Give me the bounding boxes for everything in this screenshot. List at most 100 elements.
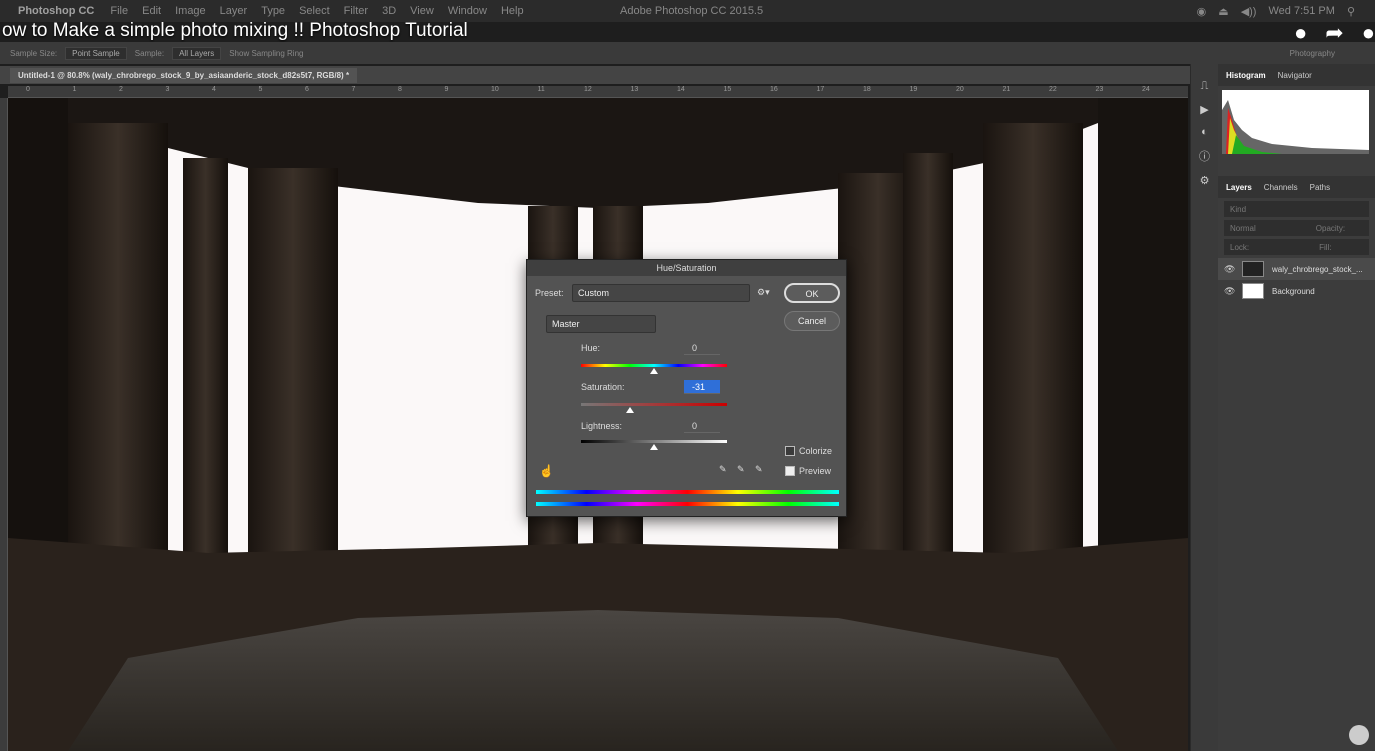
targeted-adjustment-hand-icon[interactable]: ☝: [539, 464, 554, 478]
visibility-eye-icon[interactable]: 👁: [1224, 286, 1235, 297]
adjustments-panel-icon[interactable]: ◐: [1201, 126, 1208, 138]
search-icon[interactable]: ⚲: [1347, 5, 1355, 18]
sample-size-select[interactable]: Point Sample: [65, 46, 127, 60]
volume-icon[interactable]: ◀)): [1241, 5, 1257, 18]
properties-panel-icon[interactable]: ⚙: [1200, 174, 1210, 187]
tab-navigator[interactable]: Navigator: [1278, 71, 1312, 80]
menu-filter[interactable]: Filter: [344, 5, 368, 17]
sampling-ring-checkbox[interactable]: Show Sampling Ring: [229, 49, 303, 58]
colorize-label: Colorize: [799, 446, 833, 456]
lock-label: Lock:: [1230, 242, 1250, 252]
saturation-value-field[interactable]: -31: [684, 380, 720, 394]
workspace-select[interactable]: Photography: [1290, 49, 1335, 58]
lightness-slider[interactable]: [581, 440, 727, 443]
colorize-checkbox[interactable]: [785, 446, 795, 456]
lightness-value-field[interactable]: 0: [684, 419, 720, 433]
menu-help[interactable]: Help: [501, 5, 524, 17]
ruler-tick: 3: [165, 86, 170, 93]
document-tab[interactable]: Untitled-1 @ 80.8% (waly_chrobrego_stock…: [10, 67, 358, 83]
preset-select[interactable]: Custom: [572, 284, 750, 302]
menu-select[interactable]: Select: [299, 5, 330, 17]
visibility-eye-icon[interactable]: 👁: [1224, 264, 1235, 275]
menu-view[interactable]: View: [410, 5, 434, 17]
saturation-slider[interactable]: [581, 403, 727, 406]
eyedropper-icon[interactable]: ✎: [719, 464, 727, 475]
layer-thumbnail: [1242, 283, 1264, 299]
hue-slider[interactable]: [581, 364, 727, 367]
video-title[interactable]: ow to Make a simple photo mixing !! Phot…: [2, 20, 468, 42]
ok-button[interactable]: OK: [784, 283, 840, 303]
ruler-tick: 16: [770, 86, 778, 93]
menu-layer[interactable]: Layer: [220, 5, 248, 17]
ruler-tick: 20: [956, 86, 964, 93]
menu-type[interactable]: Type: [261, 5, 285, 17]
ruler-tick: 24: [1142, 86, 1150, 93]
eyedropper-minus-icon[interactable]: ✎: [755, 464, 763, 475]
layer-name: waly_chrobrego_stock_...: [1272, 264, 1363, 274]
tab-histogram[interactable]: Histogram: [1226, 71, 1266, 80]
preset-value: Custom: [578, 288, 610, 298]
preview-label: Preview: [799, 466, 832, 476]
status-area: ◉ ⏏ ◀)) Wed 7:51 PM ⚲: [1197, 5, 1355, 18]
actions-panel-icon[interactable]: ▶: [1200, 103, 1208, 116]
lightness-label: Lightness:: [581, 421, 623, 431]
dialog-title[interactable]: Hue/Saturation: [527, 260, 846, 276]
tab-paths[interactable]: Paths: [1310, 183, 1330, 192]
cancel-button[interactable]: Cancel: [784, 311, 840, 331]
ruler-tick: 13: [630, 86, 639, 93]
channel-logo-icon: [1349, 725, 1369, 745]
vertical-ruler[interactable]: [0, 98, 8, 751]
options-bar: Sample Size: Point Sample Sample: All La…: [0, 42, 1375, 64]
horizontal-ruler[interactable]: 0 1 2 3 4 5 6 7 8 9 10 11 12 13 14 15 16 17 18 19 20 21 22 23 24: [8, 86, 1188, 98]
blend-mode-select[interactable]: Normal Opacity:: [1224, 220, 1369, 236]
ruler-tick: 5: [258, 86, 263, 93]
document-tabs: Untitled-1 @ 80.8% (waly_chrobrego_stock…: [0, 66, 1190, 84]
ruler-tick: 4: [212, 86, 216, 93]
lock-row: Lock: Fill:: [1224, 239, 1369, 255]
window-title: Adobe Photoshop CC 2015.5: [620, 5, 764, 17]
preview-checkbox[interactable]: [785, 466, 795, 476]
mac-menubar: Photoshop CC File Edit Image Layer Type …: [0, 0, 1375, 22]
fill-label: Fill:: [1319, 242, 1332, 252]
menu-image[interactable]: Image: [175, 5, 206, 17]
layer-filter-input[interactable]: Kind: [1224, 201, 1369, 217]
menu-window[interactable]: Window: [448, 5, 487, 17]
ruler-tick: 6: [305, 86, 309, 93]
channel-value: Master: [552, 319, 580, 329]
channel-select[interactable]: Master: [546, 315, 656, 333]
ruler-tick: 23: [1095, 86, 1104, 93]
histogram-tabs: Histogram Navigator: [1218, 64, 1375, 86]
saturation-slider-thumb[interactable]: [626, 407, 634, 413]
hue-value-field[interactable]: 0: [684, 341, 720, 355]
color-bar-top: [536, 490, 839, 494]
menu-edit[interactable]: Edit: [142, 5, 161, 17]
layer-row[interactable]: 👁 waly_chrobrego_stock_...: [1218, 258, 1375, 280]
preset-options-gear-icon[interactable]: ⚙▾: [757, 287, 770, 298]
lightness-slider-thumb[interactable]: [650, 444, 658, 450]
menu-file[interactable]: File: [110, 5, 128, 17]
ruler-tick: 15: [723, 86, 732, 93]
layer-row[interactable]: 👁 Background: [1218, 280, 1375, 302]
tab-layers[interactable]: Layers: [1226, 183, 1252, 192]
record-icon[interactable]: ◉: [1197, 5, 1207, 18]
app-menu[interactable]: Photoshop CC: [18, 5, 94, 17]
histogram-panel: [1218, 86, 1375, 176]
ruler-tick: 14: [677, 86, 685, 93]
sample-size-label: Sample Size:: [10, 48, 58, 58]
sample-select[interactable]: All Layers: [172, 46, 222, 60]
hue-slider-thumb[interactable]: [650, 368, 658, 374]
ruler-tick: 8: [398, 86, 402, 93]
panel-icon-strip: ⎍ ▶ ◐ ⓘ ⚙: [1190, 64, 1218, 751]
eject-icon[interactable]: ⏏: [1218, 5, 1228, 18]
layer-thumbnail: [1242, 261, 1264, 277]
menu-3d[interactable]: 3D: [382, 5, 396, 17]
eyedropper-plus-icon[interactable]: ✎: [737, 464, 745, 475]
ruler-tick: 9: [444, 86, 449, 93]
saturation-label: Saturation:: [581, 382, 625, 392]
clock[interactable]: Wed 7:51 PM: [1268, 5, 1334, 17]
ruler-tick: 19: [909, 86, 918, 93]
histogram-panel-icon[interactable]: ⎍: [1201, 80, 1209, 93]
info-panel-icon[interactable]: ⓘ: [1199, 148, 1210, 164]
tab-channels[interactable]: Channels: [1264, 183, 1298, 192]
ruler-tick: 22: [1049, 86, 1057, 93]
